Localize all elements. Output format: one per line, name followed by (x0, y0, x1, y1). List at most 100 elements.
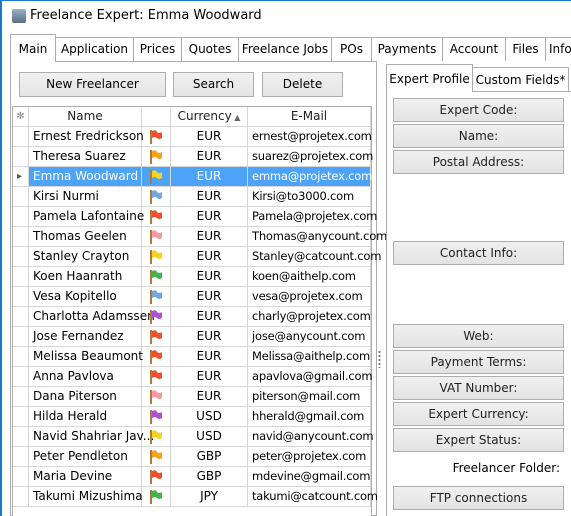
currency-cell: GBP (171, 467, 248, 487)
tab-payments[interactable]: Payments (371, 37, 443, 61)
tab-pos[interactable]: POs (331, 37, 372, 61)
currency-cell: USD (171, 407, 248, 427)
tab-info[interactable]: Info (545, 37, 571, 61)
tab-expert-profile[interactable]: Expert Profile (386, 64, 473, 92)
name-cell: Maria Devine (29, 467, 142, 487)
tab-files[interactable]: Files (505, 37, 546, 61)
flag-cell (142, 267, 171, 287)
row-indicator[interactable] (13, 427, 29, 447)
name-cell: Melissa Beaumont (29, 347, 143, 367)
flag-icon (150, 490, 162, 504)
email-cell: piterson@mail.com (248, 387, 371, 407)
tab-main[interactable]: Main (10, 34, 56, 62)
flag-icon (150, 310, 162, 324)
email-cell: Pamela@projetex.com (248, 207, 377, 227)
email-cell: apavlova@gmail.com (248, 367, 373, 387)
row-indicator[interactable] (13, 467, 29, 487)
tab-account[interactable]: Account (442, 37, 506, 61)
name-cell: Jose Fernandez (29, 327, 142, 347)
email-cell: ernest@projetex.com (248, 127, 372, 147)
delete-label: Delete (282, 77, 323, 91)
flag-cell (142, 167, 171, 187)
tab-application[interactable]: Application (55, 37, 134, 61)
flag-icon (150, 250, 162, 264)
email-cell: jose@anycount.com (248, 327, 371, 347)
name-cell: Theresa Suarez (29, 147, 142, 167)
search-button[interactable]: Search (173, 72, 254, 97)
flag-cell (142, 247, 171, 267)
row-indicator[interactable]: ▸ (13, 167, 29, 187)
email-cell: Melissa@aithelp.com (248, 347, 371, 367)
row-indicator[interactable] (13, 367, 29, 387)
expert-code-button[interactable]: Expert Code: (393, 98, 564, 122)
row-indicator[interactable] (13, 187, 29, 207)
name-cell: Dana Piterson (29, 387, 142, 407)
flag-cell (142, 127, 171, 147)
name-cell: Stanley Crayton (29, 247, 142, 267)
name-cell: Koen Haanrath (29, 267, 142, 287)
currency-cell: EUR (171, 267, 248, 287)
tab-prices[interactable]: Prices (133, 37, 182, 61)
tab-freelance-jobs[interactable]: Freelance Jobs (238, 37, 332, 61)
row-indicator[interactable] (13, 387, 29, 407)
flag-icon (150, 270, 162, 284)
splitter-handle[interactable] (378, 350, 381, 368)
row-indicator[interactable] (13, 447, 29, 467)
flag-icon (150, 330, 162, 344)
contact-info-button[interactable]: Contact Info: (393, 241, 564, 265)
header-flag[interactable] (142, 107, 171, 127)
freelancer-folder-label: Freelancer Folder: (452, 461, 560, 475)
email-cell: mdevine@gmail.com (248, 467, 371, 487)
flag-cell (142, 347, 171, 367)
expert-currency-button[interactable]: Expert Currency: (393, 402, 564, 426)
tab-quotes[interactable]: Quotes (181, 37, 239, 61)
row-indicator[interactable] (13, 327, 29, 347)
name-cell: Hilda Herald (29, 407, 142, 427)
row-indicator[interactable] (13, 227, 29, 247)
flag-icon (150, 350, 162, 364)
freelancer-grid[interactable]: ✻ Name Currency ▲ E-Mail Ernest Fredrickson E… (12, 106, 387, 516)
row-indicator[interactable] (13, 407, 29, 427)
flag-icon (150, 170, 162, 184)
header-indicator[interactable]: ✻ (13, 107, 29, 127)
flag-cell (142, 307, 171, 327)
flag-cell (142, 227, 171, 247)
flag-cell (142, 407, 171, 427)
flag-cell (142, 187, 171, 207)
delete-button[interactable]: Delete (262, 72, 343, 97)
row-indicator[interactable] (13, 267, 29, 287)
email-cell: takumi@catcount.com (248, 487, 378, 507)
currency-cell: EUR (171, 147, 248, 167)
header-email[interactable]: E-Mail (248, 107, 371, 127)
flag-icon (150, 130, 162, 144)
row-indicator[interactable] (13, 307, 29, 327)
flag-icon (150, 190, 162, 204)
currency-cell: EUR (171, 227, 248, 247)
row-indicator[interactable] (13, 287, 29, 307)
postal-address-button[interactable]: Postal Address: (393, 150, 564, 174)
row-indicator[interactable] (13, 127, 29, 147)
ftp-connections-button[interactable]: FTP connections (393, 486, 564, 510)
web-button[interactable]: Web: (393, 324, 564, 348)
vat-number-button[interactable]: VAT Number: (393, 376, 564, 400)
name-cell: Emma Woodward (29, 167, 142, 187)
row-indicator[interactable] (13, 487, 29, 507)
new-freelancer-button[interactable]: New Freelancer (19, 72, 166, 97)
header-currency[interactable]: Currency ▲ (171, 107, 248, 127)
name-button[interactable]: Name: (393, 124, 564, 148)
currency-cell: EUR (171, 367, 248, 387)
expert-status-button[interactable]: Expert Status: (393, 428, 564, 452)
name-cell: Pamela Lafontaine (29, 207, 144, 227)
tab-custom-fields[interactable]: Custom Fields* (472, 67, 569, 91)
header-name[interactable]: Name (29, 107, 142, 127)
name-cell: Vesa Kopitello (29, 287, 142, 307)
row-indicator[interactable] (13, 247, 29, 267)
payment-terms-button[interactable]: Payment Terms: (393, 350, 564, 374)
row-indicator[interactable] (13, 147, 29, 167)
currency-cell: USD (171, 427, 248, 447)
row-indicator[interactable] (13, 207, 29, 227)
currency-cell: EUR (171, 287, 248, 307)
flag-icon (150, 470, 162, 484)
flag-icon (150, 450, 162, 464)
row-indicator[interactable] (13, 347, 29, 367)
